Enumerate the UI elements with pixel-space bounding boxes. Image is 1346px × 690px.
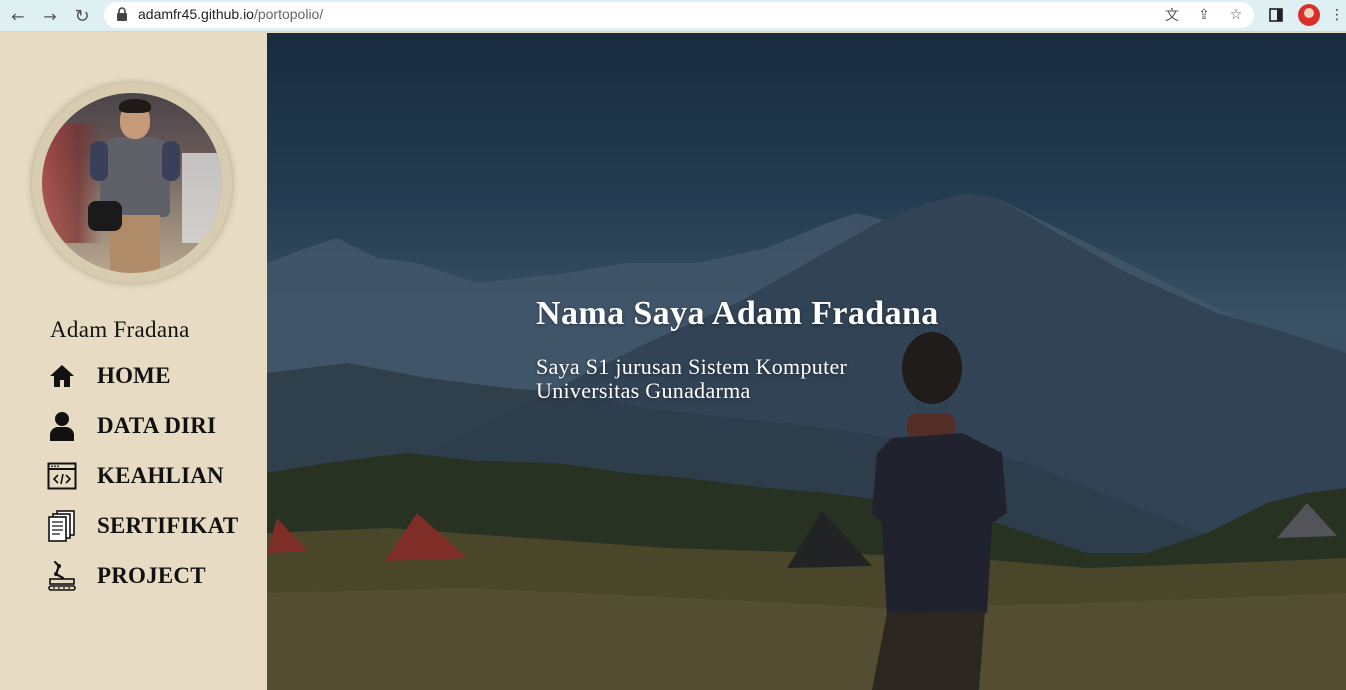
url-host: adamfr45.github.io bbox=[138, 6, 254, 22]
sidebar-item-label: KEAHLIAN bbox=[97, 463, 224, 488]
sidebar-item-sertifikat[interactable]: SERTIFIKAT bbox=[46, 509, 246, 543]
profile-name: Adam Fradana bbox=[50, 317, 190, 342]
sidebar-item-label: PROJECT bbox=[97, 563, 206, 588]
url-text: adamfr45.github.io/portopolio/ bbox=[138, 6, 323, 22]
lock-icon bbox=[117, 7, 127, 21]
hero-banner: Nama Saya Adam Fradana Saya S1 jurusan S… bbox=[267, 33, 1346, 690]
user-icon bbox=[46, 410, 78, 442]
code-window-icon bbox=[46, 460, 78, 492]
hero-subtitle: Saya S1 jurusan Sistem Komputer Universi… bbox=[536, 355, 847, 403]
sidebar-item-home[interactable]: HOME bbox=[46, 359, 246, 393]
documents-icon bbox=[46, 510, 78, 542]
browser-toolbar: ← → ↻ adamfr45.github.io/portopolio/ 文 ⇪… bbox=[0, 0, 1346, 32]
share-icon[interactable]: ⇪ bbox=[1194, 5, 1214, 25]
sidebar-item-label: SERTIFIKAT bbox=[97, 513, 239, 538]
home-icon bbox=[46, 360, 78, 392]
sidebar-item-label: DATA DIRI bbox=[97, 413, 217, 438]
star-icon[interactable]: ☆ bbox=[1226, 5, 1246, 25]
url-path: /portopolio/ bbox=[253, 6, 324, 22]
profile-avatar[interactable] bbox=[1298, 4, 1320, 26]
address-bar[interactable]: adamfr45.github.io/portopolio/ 文 ⇪ ☆ bbox=[104, 2, 1254, 28]
sidebar-item-label: HOME bbox=[97, 363, 171, 388]
reload-icon[interactable]: ↻ bbox=[70, 4, 94, 28]
hero-title: Nama Saya Adam Fradana bbox=[536, 295, 939, 332]
project-robot-arm-icon bbox=[46, 560, 78, 592]
hero-subtitle-line1: Saya S1 jurusan Sistem Komputer bbox=[536, 354, 848, 379]
sidebar-item-keahlian[interactable]: KEAHLIAN bbox=[46, 459, 246, 493]
sidebar: Adam Fradana HOME DATA DIRI KEAHLIAN SER… bbox=[0, 33, 267, 690]
profile-photo-frame bbox=[32, 83, 232, 283]
hero-subtitle-line2: Universitas Gunadarma bbox=[536, 378, 751, 403]
sidebar-item-data-diri[interactable]: DATA DIRI bbox=[46, 409, 246, 443]
sidebar-item-project[interactable]: PROJECT bbox=[46, 559, 246, 593]
forward-arrow-icon[interactable]: → bbox=[38, 4, 62, 28]
sidepanel-icon[interactable] bbox=[1265, 4, 1287, 26]
menu-kebab-icon[interactable]: ⋮ bbox=[1330, 4, 1344, 26]
back-arrow-icon[interactable]: ← bbox=[6, 4, 30, 28]
profile-photo bbox=[42, 93, 222, 273]
translate-icon[interactable]: 文 bbox=[1162, 5, 1182, 25]
